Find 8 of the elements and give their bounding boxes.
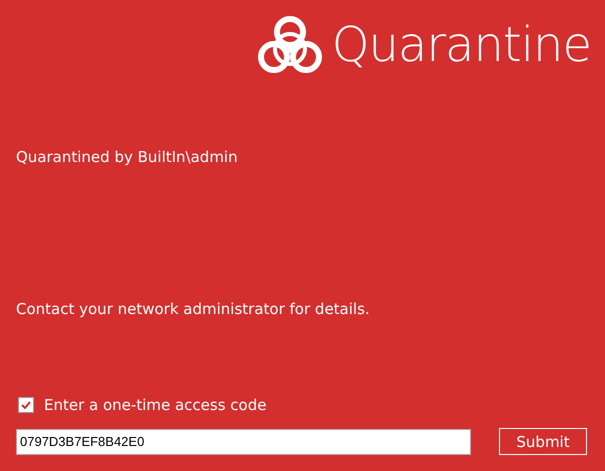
page-title: Quarantine [332, 21, 591, 69]
contact-message: Contact your network administrator for details. [16, 300, 371, 318]
submit-button[interactable]: Submit [499, 428, 587, 455]
access-code-label: Enter a one-time access code [44, 396, 266, 414]
access-code-field[interactable]: 0797D3B7EF8B42E0 [16, 428, 471, 454]
access-code-checkbox[interactable] [18, 397, 34, 413]
quarantined-by-text: Quarantined by BuiltIn\admin [16, 148, 239, 166]
check-icon [21, 401, 31, 409]
